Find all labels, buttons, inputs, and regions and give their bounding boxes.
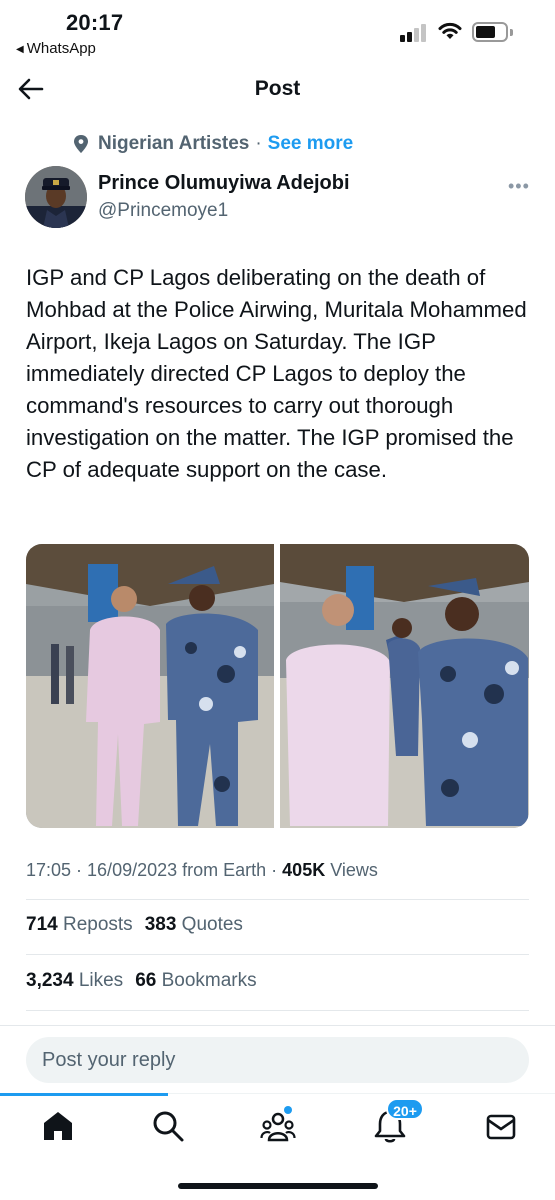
signal-icon xyxy=(400,24,430,42)
avatar-image xyxy=(25,166,87,228)
search-icon[interactable] xyxy=(150,1108,186,1144)
envelope-icon[interactable] xyxy=(483,1108,519,1144)
divider xyxy=(26,954,529,955)
more-dots-icon[interactable]: ••• xyxy=(508,176,530,197)
see-more-link[interactable]: See more xyxy=(268,133,354,155)
author-handle[interactable]: @Princemoye1 xyxy=(98,200,228,222)
author-name[interactable]: Prince Olumuyiwa Adejobi xyxy=(98,172,350,195)
wifi-icon xyxy=(438,22,462,39)
views-count: 405K xyxy=(282,860,326,880)
quotes-label: Quotes xyxy=(181,914,243,935)
bookmarks-count: 66 xyxy=(135,970,157,991)
quotes-link[interactable]: 383 Quotes xyxy=(145,914,243,935)
divider xyxy=(26,1010,529,1011)
post-meta: 17:05 · 16/09/2023 from Earth · 405K Vie… xyxy=(26,860,378,881)
reply-input[interactable]: Post your reply xyxy=(26,1037,529,1083)
community-pin-icon xyxy=(74,135,88,153)
communities-icon[interactable] xyxy=(260,1108,296,1144)
tab-progress-accent xyxy=(0,1093,168,1096)
reposts-count: 714 xyxy=(26,914,58,935)
status-time: 20:17 xyxy=(66,10,124,35)
divider xyxy=(26,899,529,900)
status-bar: 20:17 ◀ WhatsApp xyxy=(0,0,555,62)
post-photo-left[interactable] xyxy=(26,544,274,828)
communities-unread-dot xyxy=(284,1106,292,1114)
repost-stats: 714 Reposts 383 Quotes xyxy=(26,914,243,936)
views-label: Views xyxy=(330,860,378,880)
context-separator: · xyxy=(255,133,262,154)
post-text: IGP and CP Lagos deliberating on the dea… xyxy=(26,265,527,482)
post-media xyxy=(26,544,529,828)
back-triangle-icon: ◀ xyxy=(16,44,24,55)
notification-badge: 20+ xyxy=(386,1098,424,1120)
post-photo-right[interactable] xyxy=(280,544,529,828)
quotes-count: 383 xyxy=(144,914,177,935)
bookmarks-link[interactable]: 66 Bookmarks xyxy=(135,970,256,991)
community-context: Nigerian Artistes · See more xyxy=(72,133,353,155)
bookmarks-label: Bookmarks xyxy=(161,970,257,991)
avatar[interactable] xyxy=(25,166,87,228)
header: Post xyxy=(0,62,555,118)
reposts-label: Reposts xyxy=(62,914,133,935)
page-title: Post xyxy=(254,77,301,100)
reposts-link[interactable]: 714 Reposts xyxy=(26,914,133,935)
community-name[interactable]: Nigerian Artistes xyxy=(98,133,249,155)
home-indicator[interactable] xyxy=(178,1183,378,1189)
like-stats: 3,234 Likes 66 Bookmarks xyxy=(26,970,257,992)
likes-link[interactable]: 3,234 Likes xyxy=(26,970,123,991)
reply-placeholder: Post your reply xyxy=(42,1049,176,1071)
likes-count: 3,234 xyxy=(26,970,74,991)
home-icon[interactable] xyxy=(40,1108,76,1144)
back-to-app-label: WhatsApp xyxy=(26,40,96,57)
divider xyxy=(0,1025,555,1026)
post-timestamp: 17:05 · 16/09/2023 from Earth · xyxy=(26,860,278,880)
battery-icon xyxy=(472,22,513,42)
back-to-app-link[interactable]: ◀ WhatsApp xyxy=(16,40,96,57)
likes-label: Likes xyxy=(78,970,124,991)
